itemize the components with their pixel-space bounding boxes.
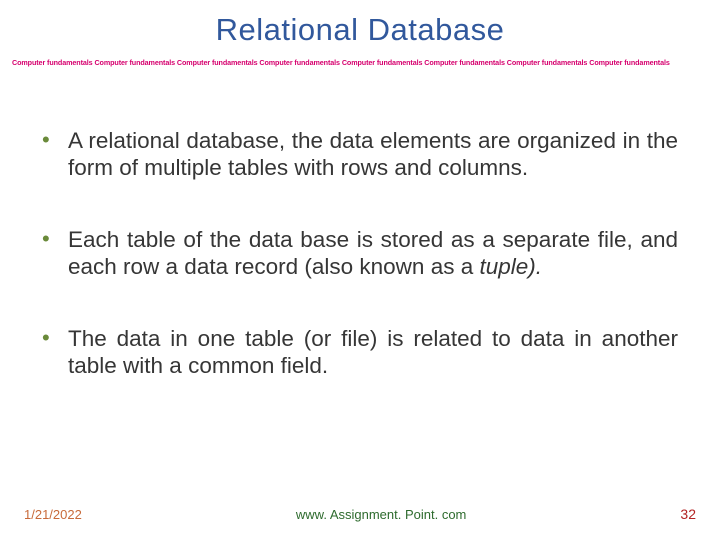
bullet-text: A relational database, the data elements… bbox=[68, 128, 678, 180]
ruler-band: Computer fundamentals Computer fundament… bbox=[0, 48, 720, 67]
footer: 1/21/2022 www. Assignment. Point. com 32 bbox=[0, 506, 720, 522]
footer-date: 1/21/2022 bbox=[24, 507, 82, 522]
bullet-text-emph: tuple). bbox=[479, 254, 542, 279]
bullet-dot-icon: • bbox=[42, 325, 50, 351]
page-title: Relational Database bbox=[0, 0, 720, 48]
content-area: • A relational database, the data elemen… bbox=[0, 127, 720, 380]
bullet-item: • The data in one table (or file) is rel… bbox=[42, 325, 678, 380]
slide: Relational Database Computer fundamental… bbox=[0, 0, 720, 540]
bullet-text-prefix: Each table of the data base is stored as… bbox=[68, 227, 678, 279]
bullet-item: • Each table of the data base is stored … bbox=[42, 226, 678, 281]
bullet-item: • A relational database, the data elemen… bbox=[42, 127, 678, 182]
bullet-text: The data in one table (or file) is relat… bbox=[68, 326, 678, 378]
footer-page-number: 32 bbox=[680, 506, 696, 522]
bullet-dot-icon: • bbox=[42, 226, 50, 252]
bullet-dot-icon: • bbox=[42, 127, 50, 153]
footer-link: www. Assignment. Point. com bbox=[82, 507, 681, 522]
